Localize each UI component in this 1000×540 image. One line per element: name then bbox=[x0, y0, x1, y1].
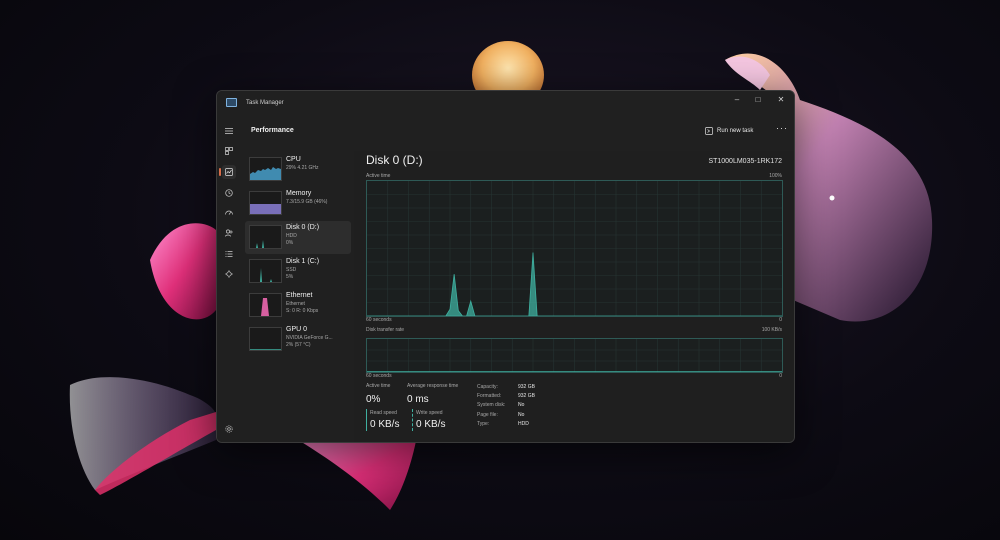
run-new-task-label: Run new task bbox=[717, 128, 754, 134]
hamburger-icon bbox=[225, 128, 233, 134]
nav-app-history[interactable] bbox=[222, 186, 236, 200]
stat-write-speed-label: Write speed bbox=[416, 410, 443, 416]
sidebar-item-memory[interactable]: Memory 7.3/15.9 GB (46%) bbox=[245, 187, 351, 220]
sidebar-item-detail: Ethernet bbox=[286, 301, 305, 307]
sidebar-item-detail: SSD bbox=[286, 267, 297, 273]
disk1-thumbnail-graph bbox=[249, 259, 282, 283]
prop-page-file-value: No bbox=[518, 411, 525, 418]
cpu-thumbnail-graph bbox=[249, 157, 282, 181]
disk-title: Disk 0 (D:) bbox=[366, 153, 423, 167]
sidebar-item-name: Disk 0 (D:) bbox=[286, 224, 320, 231]
sidebar-item-usage: 5% bbox=[286, 274, 294, 280]
transfer-rate-graph bbox=[366, 338, 783, 373]
active-time-graph-label: Active time bbox=[366, 173, 391, 179]
prop-capacity-key: Capacity: bbox=[477, 384, 498, 390]
task-manager-icon bbox=[226, 98, 237, 107]
disk-model: ST1000LM035-1RK172 bbox=[708, 158, 782, 165]
prop-type-value: HDD bbox=[518, 420, 529, 427]
services-icon bbox=[225, 270, 233, 278]
sidebar-item-name: Memory bbox=[286, 190, 312, 197]
maximize-button[interactable]: □ bbox=[750, 94, 766, 106]
stat-avg-response-label: Average response time bbox=[407, 383, 459, 389]
transfer-rate-max-label: 100 KB/s bbox=[761, 327, 782, 333]
sidebar-item-gpu-0[interactable]: GPU 0 NVIDIA GeForce G... 2% (57 °C) bbox=[245, 323, 351, 356]
page-title: Performance bbox=[251, 127, 294, 134]
stat-write-speed-value: 0 KB/s bbox=[416, 419, 446, 430]
hamburger-menu-button[interactable] bbox=[222, 124, 236, 138]
stat-active-time-value: 0% bbox=[366, 394, 381, 405]
sidebar-item-ethernet[interactable]: Ethernet Ethernet S: 0 R: 0 Kbps bbox=[245, 289, 351, 322]
nav-services[interactable] bbox=[222, 267, 236, 281]
sidebar-item-name: GPU 0 bbox=[286, 326, 308, 333]
sidebar-item-name: Ethernet bbox=[286, 292, 313, 299]
sidebar-item-usage: 0% bbox=[286, 240, 294, 246]
nav-users[interactable] bbox=[222, 226, 236, 240]
performance-sidebar: CPU 29% 4.21 GHz Memory 7.3/15.9 GB (46%… bbox=[242, 151, 354, 442]
sidebar-item-disk-1[interactable]: Disk 1 (C:) SSD 5% bbox=[245, 255, 351, 288]
transfer-rate-min-label: 0 bbox=[779, 373, 782, 379]
disk0-thumbnail-graph bbox=[249, 225, 282, 249]
nav-performance[interactable] bbox=[219, 165, 236, 179]
settings-icon bbox=[225, 425, 233, 433]
stat-read-speed-label: Read speed bbox=[370, 410, 397, 416]
stat-active-time-label: Active time bbox=[366, 383, 391, 389]
sidebar-item-usage: S: 0 R: 0 Kbps bbox=[286, 308, 319, 314]
sidebar-item-name: CPU bbox=[286, 156, 301, 163]
transfer-rate-graph-svg bbox=[367, 339, 782, 372]
startup-apps-icon bbox=[225, 210, 233, 215]
window-title: Task Manager bbox=[246, 100, 284, 106]
sidebar-item-detail: NVIDIA GeForce G... bbox=[286, 335, 333, 341]
prop-formatted-key: Formatted: bbox=[477, 393, 502, 400]
transfer-rate-graph-label: Disk transfer rate bbox=[366, 327, 405, 333]
task-manager-window: Task Manager – □ ✕ Performance Run new t… bbox=[216, 90, 795, 443]
gpu-thumbnail-graph bbox=[249, 327, 282, 351]
navigation-rail bbox=[217, 111, 242, 442]
prop-capacity-value: 932 GB bbox=[518, 384, 535, 390]
sidebar-item-detail: 7.3/15.9 GB (46%) bbox=[286, 199, 328, 205]
active-time-graph bbox=[366, 180, 783, 317]
write-speed-indicator bbox=[412, 409, 413, 431]
nav-settings[interactable] bbox=[222, 422, 236, 436]
run-new-task-button[interactable]: Run new task bbox=[705, 125, 753, 137]
details-icon bbox=[225, 251, 233, 257]
prop-page-file-key: Page file: bbox=[477, 411, 498, 418]
nav-details[interactable] bbox=[222, 247, 236, 261]
minimize-button[interactable]: – bbox=[729, 94, 745, 106]
prop-type-key: Type: bbox=[477, 420, 490, 427]
nav-startup-apps[interactable] bbox=[222, 206, 236, 220]
prop-system-disk-key: System disk: bbox=[477, 402, 506, 409]
sidebar-item-usage: 2% (57 °C) bbox=[286, 342, 311, 348]
sidebar-item-name: Disk 1 (C:) bbox=[286, 258, 320, 265]
stat-avg-response-value: 0 ms bbox=[407, 394, 429, 405]
read-speed-indicator bbox=[366, 409, 367, 431]
sidebar-item-disk-0[interactable]: Disk 0 (D:) HDD 0% bbox=[245, 221, 351, 254]
ethernet-thumbnail-graph bbox=[249, 293, 282, 317]
transfer-rate-span-label: 60 seconds bbox=[366, 373, 392, 379]
performance-icon bbox=[225, 168, 233, 176]
prop-formatted-value: 932 GB bbox=[518, 393, 535, 400]
active-time-span-label: 60 seconds bbox=[366, 317, 392, 323]
active-time-graph-svg bbox=[367, 181, 782, 316]
title-bar[interactable]: Task Manager – □ ✕ bbox=[217, 91, 794, 111]
disk-details-pane: Disk 0 (D:) ST1000LM035-1RK172 Active ti… bbox=[354, 151, 794, 442]
active-time-min-label: 0 bbox=[779, 317, 782, 323]
users-icon bbox=[225, 229, 233, 237]
sidebar-item-detail: 29% 4.21 GHz bbox=[286, 165, 319, 171]
sidebar-item-detail: HDD bbox=[286, 233, 297, 239]
prop-system-disk-value: No bbox=[518, 402, 525, 409]
run-task-icon bbox=[705, 127, 713, 135]
more-options-button[interactable]: ··· bbox=[776, 123, 788, 133]
sidebar-item-cpu[interactable]: CPU 29% 4.21 GHz bbox=[245, 153, 351, 186]
command-bar: Performance Run new task ··· bbox=[242, 111, 794, 151]
close-button[interactable]: ✕ bbox=[773, 94, 789, 106]
active-time-max-label: 100% bbox=[769, 173, 782, 179]
nav-processes[interactable] bbox=[222, 144, 236, 158]
memory-thumbnail-graph bbox=[249, 191, 282, 215]
app-history-icon bbox=[225, 189, 233, 197]
processes-icon bbox=[225, 147, 233, 155]
stat-read-speed-value: 0 KB/s bbox=[370, 419, 400, 430]
